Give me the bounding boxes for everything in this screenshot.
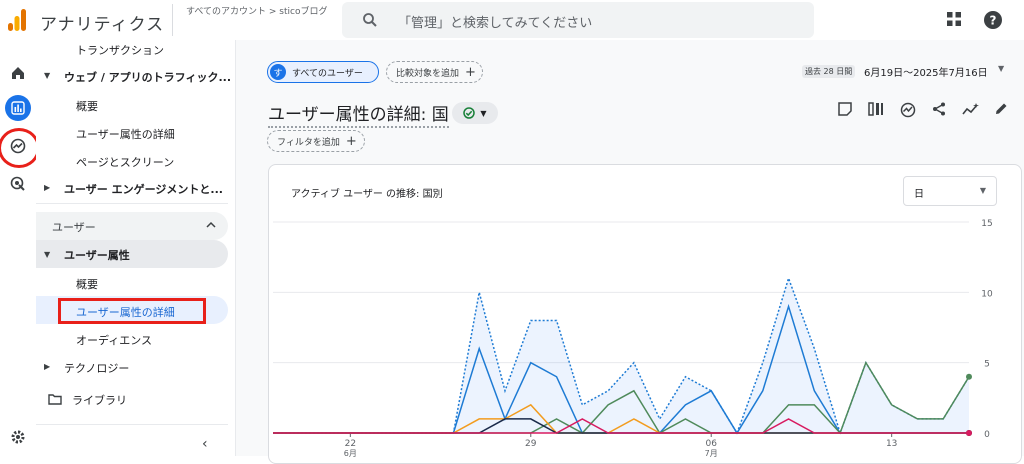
x-tick-label: 13	[886, 439, 897, 449]
sidebar-item-audiences[interactable]: オーディエンス	[76, 332, 152, 348]
sidebar-item-overview-2[interactable]: 概要	[76, 276, 98, 292]
sidebar-item-overview[interactable]: 概要	[76, 98, 98, 114]
add-comparison-label: 比較対象を追加	[396, 68, 460, 79]
series-end-point	[966, 430, 972, 436]
chevron-down-icon: ▼	[480, 108, 487, 118]
sidebar-item-engagement[interactable]: ユーザー エンゲージメントと...	[64, 181, 223, 197]
status-chip[interactable]: ▼	[452, 102, 498, 124]
collapse-caret-icon[interactable]: ▼	[44, 71, 50, 80]
sidebar-item-library[interactable]: ライブラリ	[72, 392, 127, 408]
add-comparison-button[interactable]: 比較対象を追加 +	[386, 61, 483, 83]
apps-grid-icon[interactable]	[947, 12, 961, 26]
series-end-point	[966, 373, 972, 380]
x-tick-label: 29	[525, 439, 537, 449]
collapse-sidebar-icon[interactable]: ‹	[202, 436, 208, 452]
app-title: アナリティクス	[40, 15, 165, 35]
y-tick-label: 10	[981, 289, 993, 299]
explore-icon[interactable]	[5, 133, 31, 159]
sidebar-item-demographics-detail[interactable]: ユーザー属性の詳細	[76, 126, 175, 142]
share-icon[interactable]	[932, 102, 946, 116]
y-tick-label: 5	[984, 360, 990, 370]
all-users-chip[interactable]: す すべてのユーザー	[267, 61, 379, 83]
chevron-up-icon[interactable]	[206, 221, 216, 229]
all-users-label: すべてのユーザー	[292, 68, 363, 79]
settings-icon[interactable]	[5, 424, 31, 450]
collapse-caret-icon[interactable]: ▼	[44, 250, 50, 259]
chevron-down-icon[interactable]: ▼	[998, 64, 1004, 73]
y-tick-label: 15	[981, 219, 992, 229]
trend-sparkle-icon[interactable]	[962, 102, 980, 116]
main-content: す すべてのユーザー 比較対象を追加 + 過去 28 日間 6月19日～2025…	[236, 40, 1024, 464]
sidebar-item-pages-screens[interactable]: ページとスクリーン	[76, 154, 174, 170]
analytics-logo-icon[interactable]	[8, 9, 26, 31]
add-filter-label: フィルタを追加	[277, 137, 340, 148]
sidebar-item-traffic[interactable]: ウェブ / アプリのトラフィック...	[64, 69, 231, 85]
check-circle-icon	[463, 107, 476, 119]
folder-icon	[48, 394, 62, 405]
plus-icon: +	[345, 133, 357, 149]
top-bar: アナリティクス すべてのアカウント > sticoブログ 「管理」と検索してみて…	[0, 0, 1024, 40]
report-sidebar: トランザクション ▼ ウェブ / アプリのトラフィック... 概要 ユーザー属性…	[36, 40, 236, 456]
help-icon[interactable]: ?	[984, 11, 1002, 29]
header-divider	[172, 4, 173, 36]
note-icon[interactable]	[838, 102, 852, 116]
line-chart: 0 5 10 15 226月 29 067月 13	[273, 219, 993, 458]
total-area	[273, 278, 969, 433]
expand-caret-icon[interactable]: ▶	[44, 362, 50, 371]
search-placeholder: 「管理」と検索してみてください	[398, 16, 593, 31]
sidebar-item-user-attributes[interactable]: ユーザー属性	[64, 247, 130, 263]
date-range-picker[interactable]: 6月19日～2025年7月16日	[864, 64, 988, 79]
svg-text:?: ?	[990, 14, 997, 28]
insights-icon[interactable]	[900, 102, 916, 118]
x-tick-label: 22	[345, 439, 356, 449]
sidebar-section-label: ユーザー	[52, 221, 96, 234]
page-title: ユーザー属性の詳細: 国	[268, 100, 449, 128]
expand-caret-icon[interactable]: ▶	[44, 183, 50, 192]
nav-rail	[0, 40, 40, 456]
reports-icon[interactable]	[5, 95, 31, 121]
sidebar-divider	[36, 424, 228, 425]
y-tick-label: 0	[984, 430, 990, 440]
x-tick-sublabel: 6月	[344, 449, 357, 458]
home-icon[interactable]	[5, 60, 31, 86]
edit-pencil-icon[interactable]	[994, 102, 1008, 116]
highlight-box	[58, 298, 206, 324]
chart-card: アクティブ ユーザー の推移: 国別 日 ▼ 0 5 10 15 22 6月 29 06 7月 1…	[268, 164, 1022, 464]
x-tick-sublabel: 7月	[705, 449, 718, 458]
compare-icon[interactable]	[868, 102, 884, 116]
plus-icon: +	[465, 64, 476, 80]
search-bar[interactable]: 「管理」と検索してみてください	[342, 2, 814, 38]
period-tag: 過去 28 日間	[802, 65, 856, 78]
add-filter-button[interactable]: フィルタを追加 +	[267, 130, 365, 152]
account-breadcrumb[interactable]: すべてのアカウント > sticoブログ	[186, 4, 327, 17]
sidebar-item-tech[interactable]: テクノロジー	[64, 360, 129, 376]
sidebar-item-transactions[interactable]: トランザクション	[76, 42, 164, 58]
advertising-icon[interactable]	[5, 171, 31, 197]
search-icon	[363, 13, 377, 27]
segment-badge: す	[270, 64, 286, 80]
sidebar-divider	[36, 203, 228, 204]
x-tick-label: 06	[705, 439, 717, 449]
